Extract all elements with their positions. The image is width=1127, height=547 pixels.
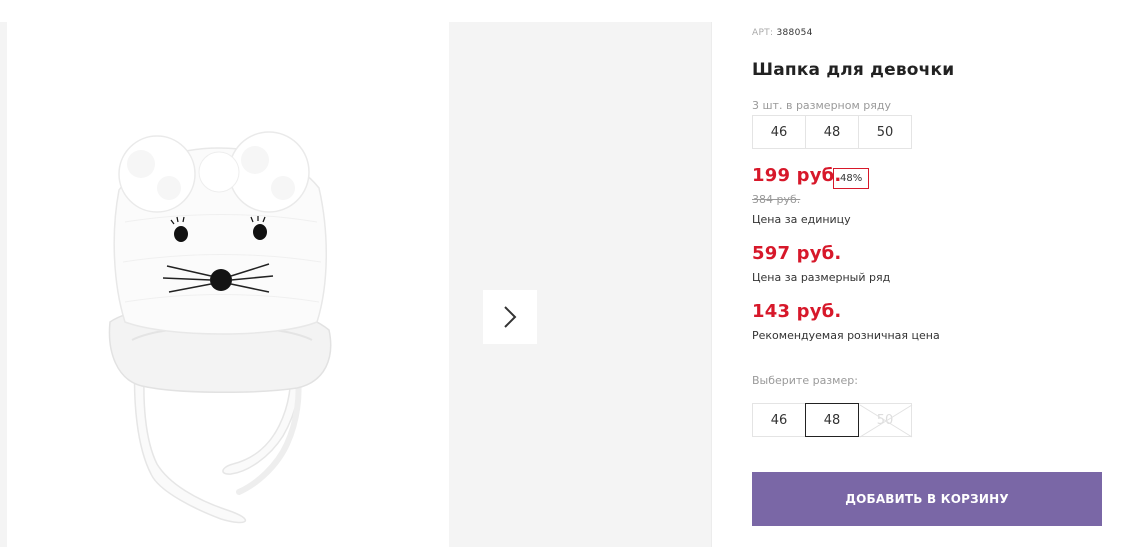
unit-price: 199 руб. xyxy=(752,165,842,186)
pack-price-caption: Цена за размерный ряд xyxy=(752,271,891,284)
size-option-46[interactable]: 46 xyxy=(752,403,806,437)
add-to-cart-button[interactable]: ДОБАВИТЬ В КОРЗИНУ xyxy=(752,472,1102,526)
size-option-48[interactable]: 48 xyxy=(805,403,859,437)
discount-badge: 48% xyxy=(833,168,870,189)
pack-label: 3 шт. в размерном ряду xyxy=(752,99,891,112)
gallery-divider xyxy=(711,22,712,547)
retail-price: 143 руб. xyxy=(752,301,842,322)
next-image-button[interactable] xyxy=(483,290,537,344)
size-option-50[interactable]: 50 xyxy=(858,403,913,438)
article-number: АРТ: 388054 xyxy=(752,28,813,38)
pack-price: 597 руб. xyxy=(752,243,842,264)
product-title: Шапка для девочки xyxy=(752,60,955,80)
unavailable-cross-icon xyxy=(859,404,913,438)
pack-sizes: 46 48 50 xyxy=(752,115,912,149)
hat-image xyxy=(108,131,332,524)
chevron-right-icon xyxy=(504,306,517,328)
size-selector: 46 48 50 xyxy=(752,403,913,438)
unit-price-caption: Цена за единицу xyxy=(752,213,851,226)
previous-thumbnail-strip[interactable] xyxy=(0,22,7,547)
product-photo[interactable] xyxy=(7,22,449,547)
pack-size-46: 46 xyxy=(752,115,806,149)
next-image-panel xyxy=(449,22,711,547)
product-info: АРТ: 388054 Шапка для девочки 3 шт. в ра… xyxy=(752,0,1102,547)
product-gallery xyxy=(0,22,712,547)
pack-size-48: 48 xyxy=(805,115,859,149)
old-price: 384 руб. xyxy=(752,193,801,206)
article-value: 388054 xyxy=(776,28,813,38)
pack-size-50: 50 xyxy=(858,115,912,149)
retail-price-caption: Рекомендуемая розничная цена xyxy=(752,329,940,342)
article-label: АРТ: xyxy=(752,28,774,38)
size-select-label: Выберите размер: xyxy=(752,374,858,387)
